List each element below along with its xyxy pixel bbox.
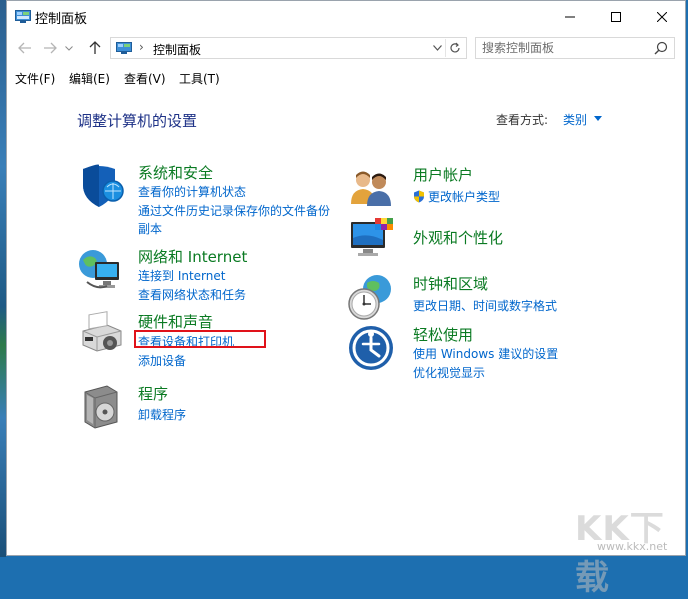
up-button[interactable] bbox=[85, 38, 105, 58]
arrow-right-icon bbox=[44, 42, 57, 54]
navigation-bar: › 控制面板 bbox=[7, 34, 685, 62]
close-icon bbox=[657, 11, 667, 22]
caret-down-icon[interactable] bbox=[594, 116, 602, 121]
forward-button[interactable] bbox=[40, 38, 60, 58]
address-bar[interactable]: › 控制面板 bbox=[110, 37, 467, 59]
users-icon bbox=[351, 171, 391, 206]
control-panel-small-icon bbox=[116, 42, 132, 54]
menu-bar: 文件(F) 编辑(E) 查看(V) 工具(T) bbox=[7, 67, 685, 89]
chevron-down-icon bbox=[432, 45, 442, 51]
view-by-label: 查看方式: bbox=[496, 113, 549, 127]
back-button[interactable] bbox=[15, 38, 35, 58]
menu-edit[interactable]: 编辑(E) bbox=[69, 70, 110, 87]
address-history-dropdown[interactable] bbox=[430, 40, 444, 56]
category-title-user-accounts[interactable]: 用户帐户 bbox=[413, 164, 473, 185]
maximize-button[interactable] bbox=[593, 1, 639, 32]
category-title-system-security[interactable]: 系统和安全 bbox=[138, 162, 213, 183]
network-globe-icon bbox=[79, 250, 119, 289]
close-button[interactable] bbox=[639, 1, 685, 32]
recent-locations-button[interactable] bbox=[62, 38, 76, 58]
page-heading: 调整计算机的设置 bbox=[77, 112, 198, 130]
link-add-device[interactable]: 添加设备 bbox=[138, 352, 186, 369]
maximize-icon bbox=[611, 11, 621, 22]
search-input[interactable] bbox=[476, 38, 652, 58]
window-title: 控制面板 bbox=[35, 12, 88, 27]
link-connect-internet[interactable]: 连接到 Internet bbox=[138, 267, 225, 284]
title-bar: 控制面板 bbox=[7, 1, 685, 32]
category-title-ease-of-access[interactable]: 轻松使用 bbox=[413, 324, 473, 345]
category-title-clock-region[interactable]: 时钟和区域 bbox=[413, 273, 488, 294]
arrow-left-icon bbox=[18, 42, 31, 54]
watermark-url: www.kkx.net bbox=[597, 540, 668, 553]
menu-view[interactable]: 查看(V) bbox=[124, 70, 166, 87]
link-change-date-time-format[interactable]: 更改日期、时间或数字格式 bbox=[413, 297, 557, 314]
link-network-status[interactable]: 查看网络状态和任务 bbox=[138, 286, 246, 303]
link-change-account-type-label: 更改帐户类型 bbox=[428, 190, 501, 204]
category-title-network-internet[interactable]: 网络和 Internet bbox=[138, 246, 247, 267]
link-file-history-backup-cont[interactable]: 副本 bbox=[138, 220, 162, 237]
link-view-computer-status[interactable]: 查看你的计算机状态 bbox=[138, 183, 246, 200]
annotation-highlight-box bbox=[134, 330, 266, 348]
printer-speaker-icon bbox=[82, 311, 122, 352]
link-uninstall-program[interactable]: 卸载程序 bbox=[138, 406, 186, 423]
refresh-icon bbox=[450, 42, 460, 53]
breadcrumb-control-panel[interactable]: 控制面板 bbox=[153, 41, 201, 58]
link-change-account-type[interactable]: 更改帐户类型 bbox=[413, 188, 500, 205]
minimize-icon bbox=[565, 16, 575, 17]
uac-shield-icon bbox=[414, 190, 424, 203]
minimize-button[interactable] bbox=[547, 1, 593, 32]
ease-of-access-icon bbox=[349, 326, 393, 370]
clock-globe-icon bbox=[348, 275, 391, 320]
view-by-dropdown[interactable]: 类别 bbox=[563, 111, 587, 128]
shield-security-icon bbox=[83, 164, 124, 207]
link-windows-recommended-settings[interactable]: 使用 Windows 建议的设置 bbox=[413, 345, 558, 362]
refresh-button[interactable] bbox=[445, 39, 464, 57]
programs-disc-icon bbox=[84, 385, 118, 429]
category-title-programs[interactable]: 程序 bbox=[138, 383, 168, 404]
breadcrumb-separator: › bbox=[139, 40, 144, 54]
appearance-monitor-icon bbox=[351, 218, 393, 256]
category-title-appearance[interactable]: 外观和个性化 bbox=[413, 227, 503, 248]
search-box[interactable] bbox=[475, 37, 675, 59]
control-panel-icon bbox=[15, 10, 31, 23]
link-optimize-visual-display[interactable]: 优化视觉显示 bbox=[413, 364, 485, 381]
search-icon bbox=[654, 41, 668, 55]
control-panel-window: 控制面板 › 控制面板 搜索控制面板 文件(F) 编辑(E) 查看(V) 工具(… bbox=[6, 0, 686, 598]
category-title-hardware-sound[interactable]: 硬件和声音 bbox=[138, 311, 213, 332]
link-file-history-backup[interactable]: 通过文件历史记录保存你的文件备份 bbox=[138, 202, 330, 219]
menu-tools[interactable]: 工具(T) bbox=[179, 70, 220, 87]
arrow-up-icon bbox=[89, 41, 101, 54]
chevron-down-icon bbox=[65, 45, 73, 51]
menu-file[interactable]: 文件(F) bbox=[15, 70, 55, 87]
